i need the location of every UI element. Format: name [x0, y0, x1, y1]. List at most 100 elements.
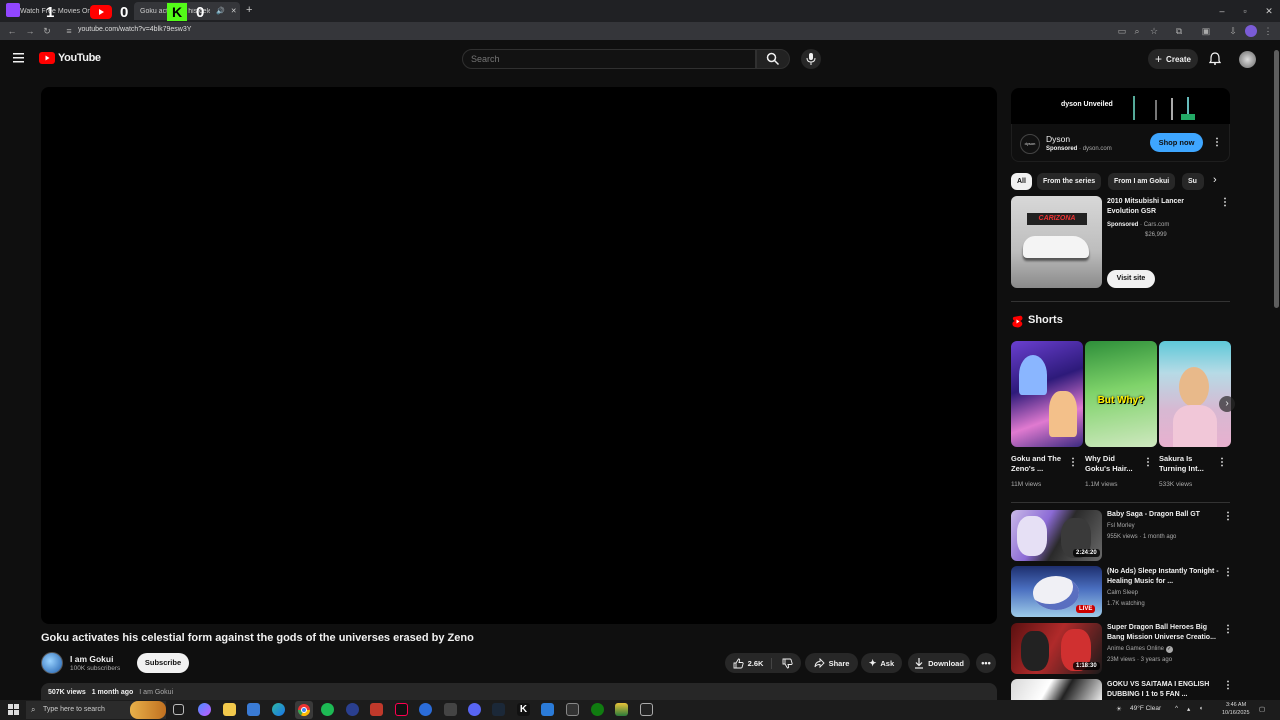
profile-icon[interactable] — [1245, 25, 1257, 37]
short-thumbnail[interactable] — [1159, 341, 1231, 447]
sidepanel-icon[interactable]: ▣ — [1200, 25, 1212, 37]
task-view-icon[interactable] — [173, 704, 184, 715]
notifications-icon[interactable]: ▢ — [1259, 705, 1265, 713]
discord-icon[interactable] — [468, 703, 481, 716]
app-icon[interactable] — [640, 703, 653, 716]
ad-name[interactable]: Dyson — [1046, 134, 1070, 144]
visit-site-button[interactable]: Visit site — [1107, 270, 1155, 288]
notifications-bell-icon[interactable] — [1209, 52, 1221, 65]
tab-goku-video[interactable]: Goku activates his celestial form 🔊 ✕ — [134, 2, 240, 20]
maximize-icon[interactable]: ▫ — [1238, 4, 1252, 18]
download-button[interactable]: Download — [908, 653, 970, 673]
weather-text[interactable]: 49°F Clear — [1130, 705, 1161, 712]
short-thumbnail[interactable] — [1011, 341, 1083, 447]
chip-from-i-am-gokui[interactable]: From I am Gokui — [1108, 173, 1176, 190]
short-menu-icon[interactable]: ⋮ — [1217, 457, 1227, 469]
reload-icon[interactable]: ↻ — [41, 25, 53, 37]
bookmark-icon[interactable]: ☆ — [1148, 25, 1160, 37]
video-title-link[interactable]: Baby Saga - Dragon Ball GT — [1107, 510, 1212, 520]
file-explorer-icon[interactable] — [223, 703, 236, 716]
short-title[interactable]: Why Did Goku's Hair... — [1085, 454, 1141, 474]
back-icon[interactable]: ← — [6, 25, 18, 37]
more-actions-button[interactable]: ••• — [976, 653, 996, 673]
url-field[interactable]: youtube.com/watch?v=4blk79esw3Y — [78, 26, 191, 33]
video-title-link[interactable]: Super Dragon Ball Heroes Big Bang Missio… — [1107, 623, 1219, 643]
channel-avatar[interactable] — [41, 652, 63, 674]
chip-all[interactable]: All — [1011, 173, 1032, 190]
sponsored-thumbnail[interactable]: CARIZONA — [1011, 196, 1102, 288]
short-menu-icon[interactable]: ⋮ — [1143, 457, 1153, 469]
volume-icon[interactable]: ◖ — [1199, 705, 1203, 712]
time[interactable]: 3:46 AM — [1226, 702, 1246, 708]
ad-banner[interactable]: dyson Unveiled — [1011, 88, 1230, 124]
app-icon[interactable] — [370, 703, 383, 716]
video-menu-icon[interactable]: ⋮ — [1223, 511, 1233, 523]
video-menu-icon[interactable]: ⋮ — [1223, 567, 1233, 579]
cast-icon[interactable]: ▭ — [1116, 25, 1128, 37]
shorts-next-button[interactable]: › — [1219, 396, 1235, 412]
video-channel[interactable]: Calm Sleep — [1107, 589, 1138, 598]
tab-close-icon[interactable]: ✕ — [231, 7, 237, 15]
like-button[interactable]: 2.6K — [733, 657, 773, 669]
copilot-icon[interactable] — [198, 703, 211, 716]
voice-search-button[interactable] — [801, 49, 821, 69]
video-menu-icon[interactable]: ⋮ — [1223, 624, 1233, 636]
downloads-icon[interactable]: ⇩ — [1227, 25, 1239, 37]
chip-more[interactable]: Su — [1182, 173, 1204, 190]
xbox-icon[interactable] — [591, 703, 604, 716]
kick-app-icon[interactable]: K — [517, 703, 530, 716]
video-channel[interactable]: Anime Games Online ✓ — [1107, 645, 1173, 654]
search-button[interactable] — [756, 49, 790, 69]
youtube-logo[interactable]: YouTube — [39, 52, 101, 64]
edge-icon[interactable] — [272, 703, 285, 716]
store-icon[interactable] — [247, 703, 260, 716]
chips-next-chevron-icon[interactable]: › — [1213, 174, 1217, 186]
app-icon[interactable] — [615, 703, 628, 716]
chrome-icon[interactable] — [295, 701, 313, 719]
account-avatar[interactable] — [1239, 51, 1256, 68]
extensions-icon[interactable]: ⧉ — [1173, 25, 1185, 37]
subscribe-button[interactable]: Subscribe — [137, 653, 189, 673]
video-title-link[interactable]: (No Ads) Sleep Instantly Tonight - Heali… — [1107, 567, 1219, 587]
steam-icon[interactable] — [492, 703, 505, 716]
video-title-link[interactable]: GOKU VS SAITAMA I ENGLISH DUBBING I 1 to… — [1107, 680, 1219, 700]
share-button[interactable]: Share — [805, 653, 858, 673]
short-title[interactable]: Goku and The Zeno's ... — [1011, 454, 1067, 474]
tray-overflow-icon[interactable]: ^ — [1175, 705, 1178, 712]
shop-now-button[interactable]: Shop now — [1150, 133, 1203, 152]
ask-button[interactable]: ✦ Ask — [861, 653, 902, 673]
channel-name[interactable]: I am Gokui — [70, 654, 113, 664]
app-icon[interactable] — [541, 703, 554, 716]
app-icon[interactable] — [566, 703, 579, 716]
short-thumbnail[interactable]: But Why? — [1085, 341, 1157, 447]
create-button[interactable]: + Create — [1148, 49, 1198, 69]
zoom-icon[interactable]: ⌕ — [1131, 25, 1143, 37]
sponsored-video-title[interactable]: 2010 Mitsubishi Lancer Evolution GSR — [1107, 197, 1207, 217]
ad-menu-icon[interactable]: ⋮ — [1212, 137, 1222, 149]
sponsored-menu-icon[interactable]: ⋮ — [1220, 197, 1230, 209]
video-channel[interactable]: Fsl Morley — [1107, 522, 1135, 531]
weather-icon[interactable]: ☀ — [1116, 705, 1122, 713]
minimize-icon[interactable]: – — [1215, 4, 1229, 18]
spotify-icon[interactable] — [321, 703, 334, 716]
short-menu-icon[interactable]: ⋮ — [1068, 457, 1078, 469]
site-info-icon[interactable]: ≡ — [63, 25, 75, 37]
video-thumbnail[interactable] — [1011, 679, 1102, 701]
hamburger-menu-icon[interactable] — [13, 53, 24, 63]
scrollbar-thumb[interactable] — [1274, 50, 1279, 308]
browser-menu-icon[interactable]: ⋮ — [1262, 25, 1274, 37]
dislike-button[interactable] — [776, 658, 794, 669]
date[interactable]: 10/16/2025 — [1222, 710, 1250, 716]
app-icon[interactable] — [444, 703, 457, 716]
chip-from-the-series[interactable]: From the series — [1037, 173, 1102, 190]
close-window-icon[interactable]: ✕ — [1262, 4, 1276, 18]
forward-icon[interactable]: → — [24, 25, 36, 37]
network-icon[interactable]: ▴ — [1187, 705, 1190, 713]
windows-start-icon[interactable] — [8, 704, 19, 715]
tiktok-icon[interactable] — [395, 703, 408, 716]
search-input[interactable] — [462, 49, 756, 69]
taskbar-dragon-icon[interactable] — [130, 701, 166, 719]
app-icon[interactable] — [419, 703, 432, 716]
short-title[interactable]: Sakura Is Turning Int... — [1159, 454, 1215, 474]
video-menu-icon[interactable]: ⋮ — [1223, 680, 1233, 692]
